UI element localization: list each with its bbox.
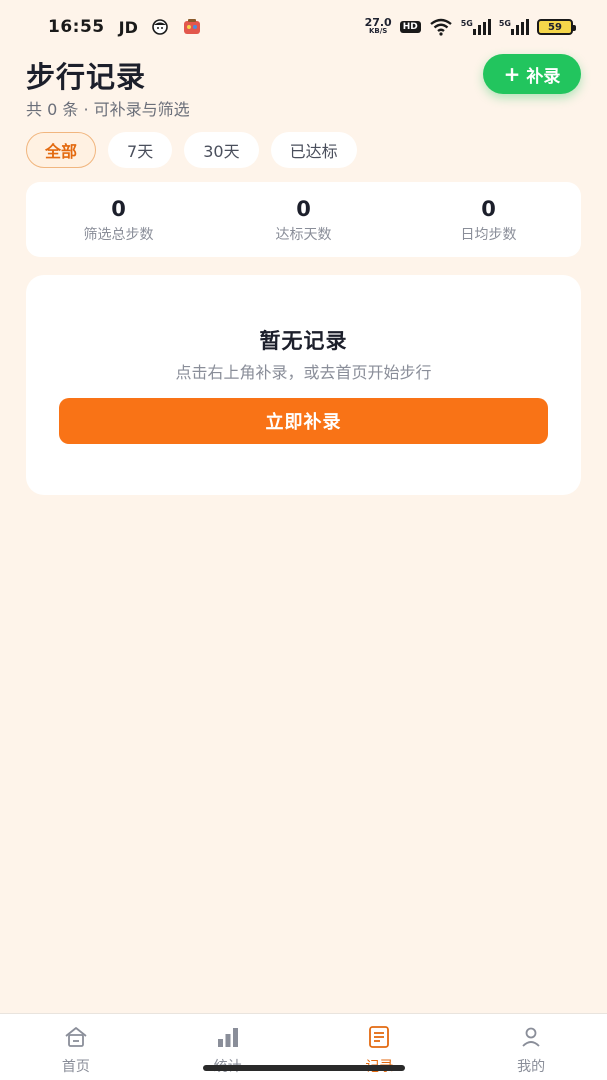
user-icon <box>518 1024 544 1050</box>
nav-label: 首页 <box>61 1059 90 1075</box>
bar-chart-icon <box>215 1024 241 1050</box>
nav-item-me[interactable]: 我的 <box>455 1014 607 1080</box>
status-left: 16:55 JD <box>48 17 202 37</box>
battery-level: 59 <box>548 21 562 33</box>
hd-badge: HD <box>399 21 421 33</box>
plus-icon: + <box>503 62 521 86</box>
signal-2-label: 5G <box>498 19 511 28</box>
game-icon <box>182 18 202 36</box>
page-subtitle: 共 0 条 · 可补录与筛选 <box>26 100 190 119</box>
net-speed-unit: KB/S <box>368 27 388 35</box>
filter-chip-30-days[interactable]: 30天 <box>184 132 259 168</box>
stat-total-steps: 0 筛选总步数 <box>39 196 199 244</box>
stat-daily-average: 0 日均步数 <box>409 196 569 244</box>
empty-state-title: 暂无记录 <box>259 329 348 353</box>
filter-chips: 全部 7天 30天 已达标 <box>26 132 357 168</box>
page-title: 步行记录 <box>26 60 147 94</box>
filter-chip-7-days[interactable]: 7天 <box>108 132 173 168</box>
stat-goal-days: 0 达标天数 <box>224 196 384 244</box>
signal-1-label: 5G <box>460 19 473 28</box>
net-speed: 27.0 KB/S <box>364 16 392 36</box>
signal-icon-2: 5G <box>499 19 529 35</box>
status-bar: 16:55 JD 27.0 KB/S HD 5G 5G 59 <box>0 0 607 54</box>
empty-state-description: 点击右上角补录，或去首页开始步行 <box>175 363 432 382</box>
document-icon <box>366 1024 392 1050</box>
stat-label: 达标天数 <box>275 226 332 243</box>
add-record-label: 补录 <box>526 66 561 87</box>
face-icon <box>152 19 168 35</box>
net-speed-value: 27.0 <box>364 16 392 29</box>
stats-card: 0 筛选总步数 0 达标天数 0 日均步数 <box>26 182 581 257</box>
filter-chip-all[interactable]: 全部 <box>26 132 97 168</box>
stat-label: 日均步数 <box>460 226 517 243</box>
home-icon <box>63 1024 89 1050</box>
add-record-button[interactable]: + 补录 <box>483 54 581 94</box>
status-carrier: JD <box>118 17 138 37</box>
status-time: 16:55 <box>48 17 105 37</box>
battery-icon: 59 <box>537 19 576 35</box>
stat-label: 筛选总步数 <box>83 226 154 243</box>
wifi-icon <box>429 18 453 36</box>
nav-item-home[interactable]: 首页 <box>0 1014 152 1080</box>
add-record-now-button[interactable]: 立即补录 <box>59 398 548 444</box>
stat-value: 0 <box>111 196 126 221</box>
home-indicator[interactable] <box>203 1065 405 1071</box>
status-right: 27.0 KB/S HD 5G 5G 59 <box>364 16 576 36</box>
nav-label: 我的 <box>517 1059 546 1075</box>
signal-icon: 5G <box>461 19 491 35</box>
stat-value: 0 <box>296 196 311 221</box>
filter-chip-reached-goal[interactable]: 已达标 <box>270 132 357 168</box>
empty-state-card: 暂无记录 点击右上角补录，或去首页开始步行 立即补录 <box>26 275 581 495</box>
stat-value: 0 <box>481 196 496 221</box>
